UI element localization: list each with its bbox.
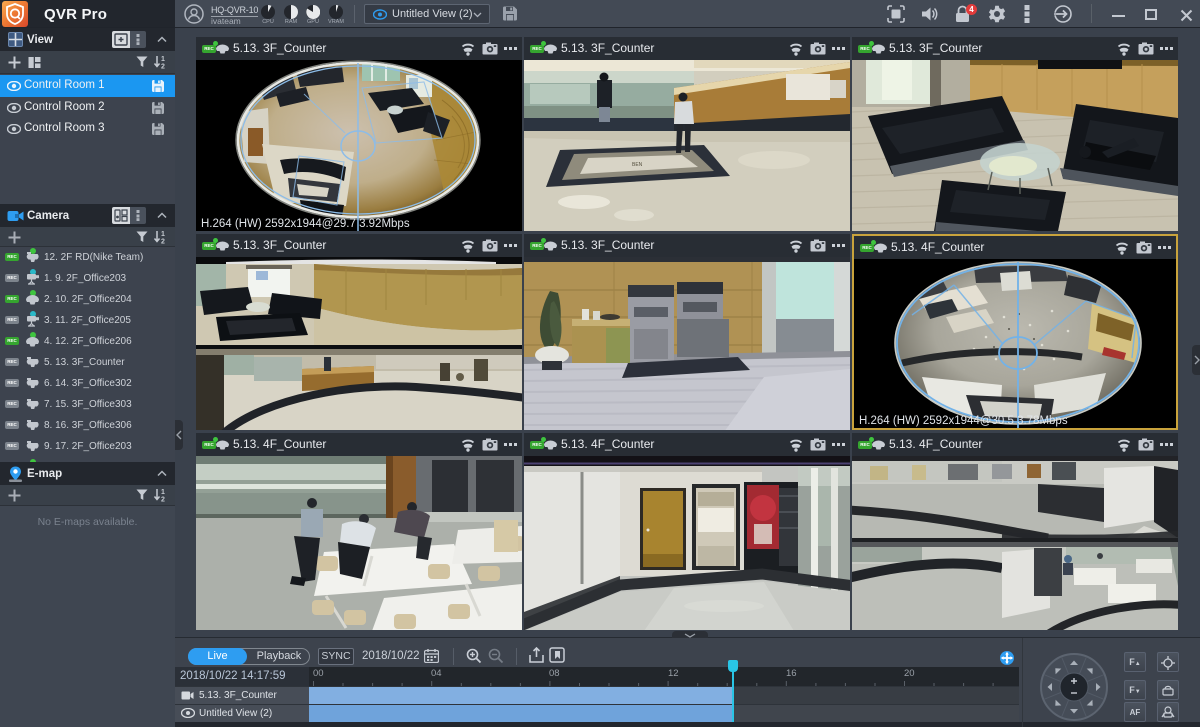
svg-text:2: 2: [161, 239, 165, 245]
svg-text:04: 04: [431, 668, 442, 679]
svg-text:1: 1: [161, 489, 165, 496]
svg-text:BEN: BEN: [632, 162, 643, 168]
svg-text:12: 12: [668, 668, 679, 679]
svg-text:1: 1: [161, 231, 165, 238]
svg-text:2: 2: [161, 497, 165, 503]
svg-text:08: 08: [549, 668, 560, 679]
svg-text:16: 16: [786, 668, 797, 679]
svg-text:00: 00: [313, 668, 324, 679]
svg-text:20: 20: [904, 668, 915, 679]
svg-text:1: 1: [161, 56, 165, 63]
svg-text:2: 2: [161, 64, 165, 70]
svg-text:4: 4: [969, 5, 974, 14]
